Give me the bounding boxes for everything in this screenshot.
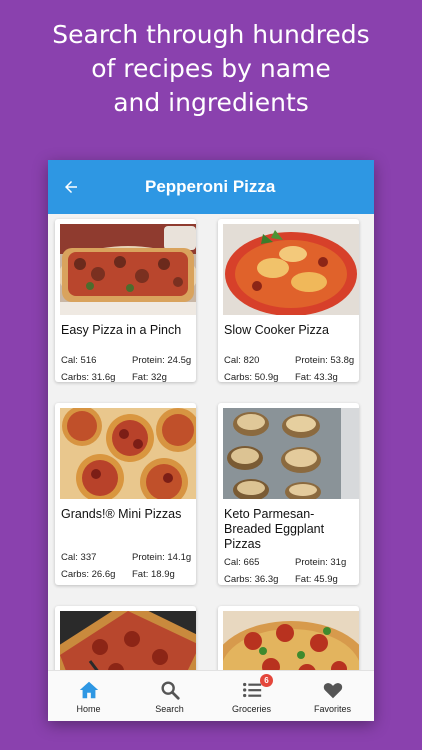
recipe-title: Keto Parmesan-Breaded Eggplant Pizzas xyxy=(224,507,325,551)
protein: Protein: 14.1g xyxy=(132,552,192,563)
calories: Cal: 516 xyxy=(61,355,97,366)
app-bar: Pepperoni Pizza xyxy=(48,160,374,214)
nav-groceries[interactable]: 6 Groceries xyxy=(211,671,292,721)
recipe-card[interactable] xyxy=(55,606,196,670)
recipe-title: Grands!® Mini Pizzas xyxy=(61,507,182,521)
protein: Protein: 24.5g xyxy=(132,355,192,366)
carbs: Carbs: 50.9g xyxy=(224,372,279,382)
carbs: Carbs: 31.6g xyxy=(61,372,116,382)
recipe-photo xyxy=(223,611,359,670)
fat: Fat: 18.9g xyxy=(132,569,175,580)
fat: Fat: 32g xyxy=(132,372,167,382)
nav-home[interactable]: Home xyxy=(48,671,129,721)
fat: Fat: 43.3g xyxy=(295,372,338,382)
recipe-card[interactable] xyxy=(218,606,359,670)
recipe-card[interactable]: Keto Parmesan-Breaded Eggplant Pizzas Ca… xyxy=(218,403,359,585)
fat: Fat: 45.9g xyxy=(295,574,338,585)
page-title: Pepperoni Pizza xyxy=(145,177,276,196)
nav-favorites[interactable]: Favorites xyxy=(292,671,373,721)
promo-line-2: of recipes by name xyxy=(91,54,331,83)
recipe-photo xyxy=(223,408,359,499)
nav-favorites-label: Favorites xyxy=(313,704,351,714)
calories: Cal: 820 xyxy=(224,355,260,366)
recipe-title: Slow Cooker Pizza xyxy=(224,323,329,337)
nav-search-label: Search xyxy=(155,704,184,714)
nav-home-label: Home xyxy=(76,704,101,714)
heart-icon xyxy=(323,683,343,699)
recipe-photo xyxy=(223,224,359,315)
carbs: Carbs: 26.6g xyxy=(61,569,116,580)
protein: Protein: 53.8g xyxy=(295,355,355,366)
nav-search[interactable]: Search xyxy=(129,671,210,721)
recipe-grid: Easy Pizza in a Pinch Cal: 516 Protein: … xyxy=(48,214,374,670)
calories: Cal: 665 xyxy=(224,557,260,568)
recipe-title: Easy Pizza in a Pinch xyxy=(61,323,182,337)
recipe-card[interactable]: Slow Cooker Pizza Cal: 820 Protein: 53.8… xyxy=(218,219,359,382)
search-icon xyxy=(161,681,180,700)
home-icon xyxy=(79,681,99,699)
recipe-photo xyxy=(60,224,196,315)
arrow-left-icon xyxy=(65,181,77,193)
calories: Cal: 337 xyxy=(61,552,97,563)
app-screen: Pepperoni Pizza Easy Pizza in a Pinch Ca… xyxy=(48,160,374,721)
recipe-photo xyxy=(60,611,196,670)
bottom-navigation: Home Search 6 Groceries Favorites xyxy=(48,670,374,721)
carbs: Carbs: 36.3g xyxy=(224,574,279,585)
recipe-card[interactable]: Easy Pizza in a Pinch Cal: 516 Protein: … xyxy=(55,219,196,382)
groceries-count-badge: 6 xyxy=(260,674,273,687)
promo-line-1: Search through hundreds xyxy=(52,20,370,49)
protein: Protein: 31g xyxy=(295,557,347,568)
promo-headline: Search through hundreds of recipes by na… xyxy=(0,18,422,120)
recipe-photo xyxy=(60,408,196,499)
recipe-card[interactable]: Grands!® Mini Pizzas Cal: 337 Protein: 1… xyxy=(55,403,196,585)
promo-line-3: and ingredients xyxy=(113,88,309,117)
nav-groceries-label: Groceries xyxy=(231,704,271,714)
back-button[interactable] xyxy=(58,174,84,200)
